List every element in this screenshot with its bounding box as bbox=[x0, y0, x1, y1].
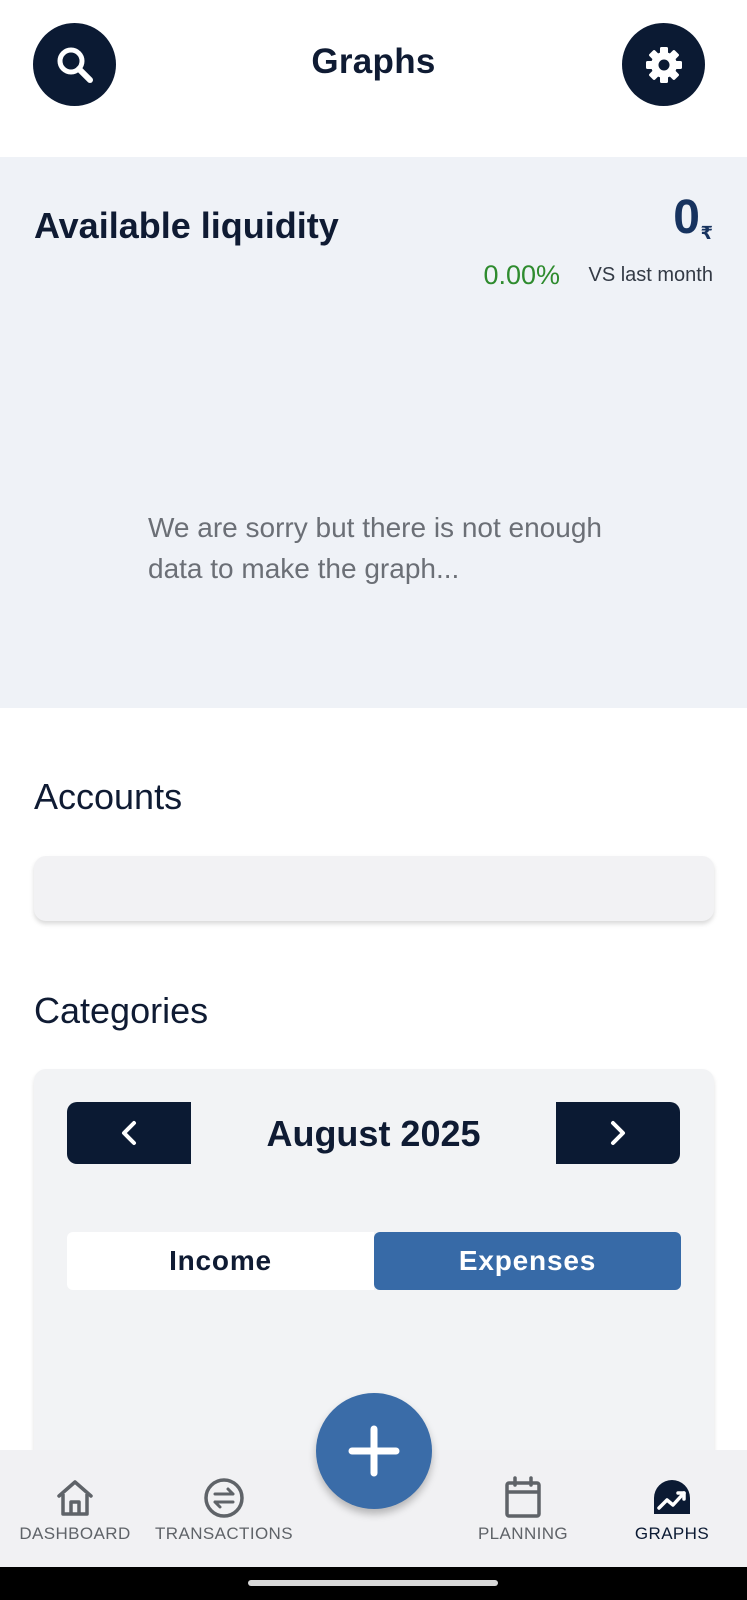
nav-item-graphs[interactable]: GRAPHS bbox=[597, 1474, 747, 1544]
accounts-card[interactable] bbox=[34, 856, 714, 921]
empty-graph-message: We are sorry but there is not enough dat… bbox=[148, 512, 602, 584]
accounts-title: Accounts bbox=[34, 776, 183, 817]
add-transaction-button[interactable] bbox=[316, 1393, 432, 1509]
liquidity-title: Available liquidity bbox=[34, 205, 339, 246]
app-header: Graphs bbox=[0, 0, 747, 157]
income-tab[interactable]: Income bbox=[67, 1232, 374, 1290]
liquidity-change: 0.00% bbox=[483, 260, 560, 290]
categories-title: Categories bbox=[34, 990, 209, 1031]
nav-item-planning[interactable]: PLANNING bbox=[448, 1474, 598, 1544]
nav-label-dashboard: DASHBOARD bbox=[19, 1524, 131, 1543]
nav-label-graphs: GRAPHS bbox=[634, 1524, 710, 1543]
liquidity-panel: Available liquidity 0 ₹ 0.00% VS last mo… bbox=[0, 157, 747, 708]
plus-icon bbox=[348, 1425, 400, 1477]
nav-item-transactions[interactable]: TRANSACTIONS bbox=[149, 1474, 299, 1544]
graphs-screen: Graphs Available liquidity 0 ₹ 0.00% VS … bbox=[0, 0, 747, 1600]
next-month-button[interactable] bbox=[556, 1102, 680, 1164]
nav-item-dashboard[interactable]: DASHBOARD bbox=[0, 1474, 150, 1544]
swap-icon bbox=[204, 1478, 244, 1518]
previous-month-button[interactable] bbox=[67, 1102, 191, 1164]
chevron-right-icon bbox=[611, 1121, 625, 1145]
settings-button[interactable] bbox=[622, 23, 705, 106]
vs-last-month-label: VS last month bbox=[588, 264, 713, 286]
month-label: August 2025 bbox=[266, 1113, 481, 1154]
liquidity-amount: 0 bbox=[673, 191, 700, 244]
trending-chart-icon bbox=[654, 1480, 690, 1514]
income-expenses-toggle: Income Expenses bbox=[67, 1232, 681, 1290]
currency-symbol: ₹ bbox=[700, 223, 713, 243]
nav-label-transactions: TRANSACTIONS bbox=[155, 1524, 293, 1543]
calendar-icon bbox=[505, 1476, 541, 1518]
system-navigation-bar bbox=[0, 1567, 747, 1600]
nav-label-planning: PLANNING bbox=[477, 1524, 569, 1543]
chevron-left-icon bbox=[122, 1121, 136, 1145]
home-icon bbox=[57, 1480, 93, 1516]
expenses-tab[interactable]: Expenses bbox=[374, 1232, 681, 1290]
home-indicator[interactable] bbox=[248, 1580, 498, 1586]
gear-icon bbox=[645, 46, 682, 83]
